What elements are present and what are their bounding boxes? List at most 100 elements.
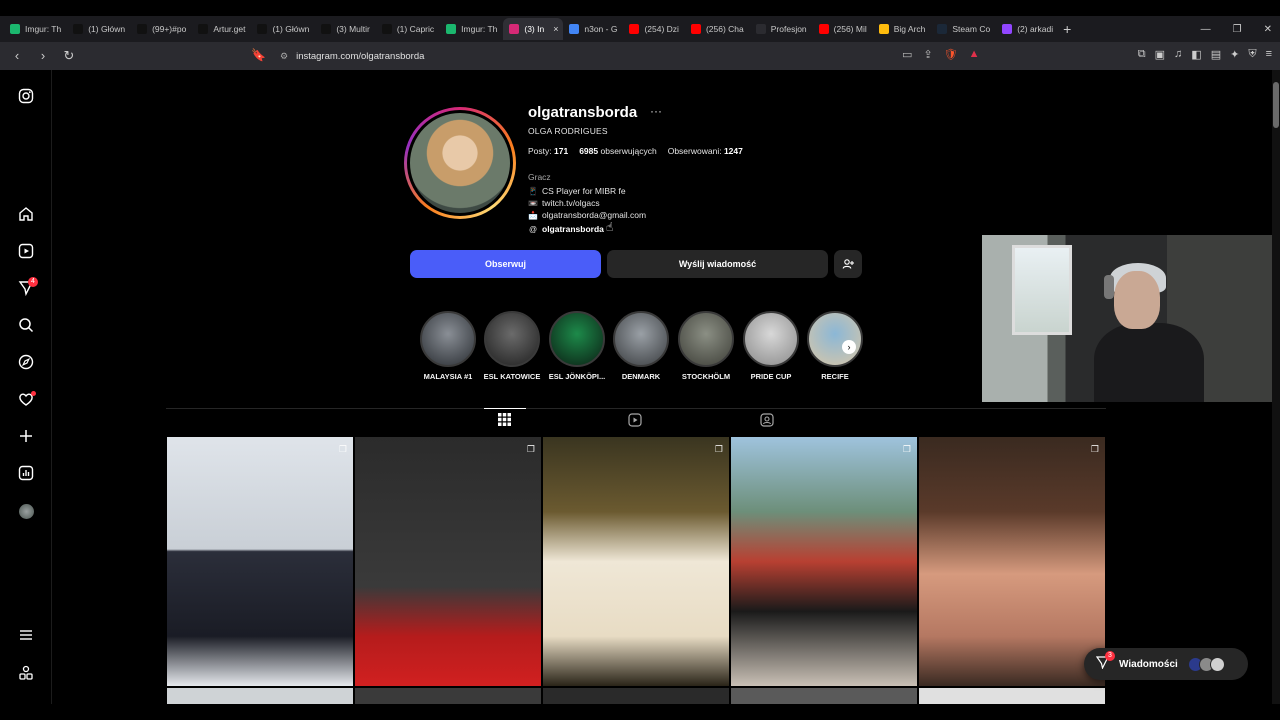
highlight-label: DENMARK xyxy=(621,372,661,381)
back-icon[interactable]: ‹ xyxy=(10,48,24,64)
browser-tab[interactable]: (99+)#po xyxy=(131,18,192,40)
leo-ai-icon[interactable]: ✦ xyxy=(1230,48,1239,61)
highlight-item[interactable]: RECIFE xyxy=(803,311,867,381)
create-icon[interactable] xyxy=(16,426,36,446)
browser-tab[interactable]: (3) In × xyxy=(503,18,564,40)
post-thumbnail[interactable] xyxy=(543,688,729,704)
profile-avatar-icon[interactable] xyxy=(16,501,36,521)
tab-label: (1) Główn xyxy=(88,24,126,34)
bio-text: olgatransborda@gmail.com xyxy=(542,210,647,220)
highlight-item[interactable]: PRIDE CUP xyxy=(739,311,803,381)
post-thumbnail[interactable] xyxy=(167,688,353,704)
x-icon xyxy=(321,24,332,34)
highlight-item[interactable]: ESL KATOWICE xyxy=(480,311,544,381)
browser-tab[interactable]: Artur.get xyxy=(192,18,251,40)
browser-tab[interactable]: Imgur: Th xyxy=(440,18,503,40)
more-options-icon[interactable]: ··· xyxy=(650,104,662,118)
wallet-icon[interactable]: ▤ xyxy=(1211,48,1221,61)
browser-tab[interactable]: Steam Co xyxy=(931,18,996,40)
browser-tab[interactable]: (256) Cha xyxy=(685,18,750,40)
more-menu-icon[interactable] xyxy=(16,625,36,645)
reload-icon[interactable]: ↻ xyxy=(62,48,76,64)
highlight-label: STOCKHÖLM xyxy=(681,372,731,381)
browser-tab[interactable]: Big Arch xyxy=(873,18,932,40)
browser-tab[interactable]: (2) arkadi xyxy=(996,18,1059,40)
instagram-logo-icon[interactable] xyxy=(16,86,36,106)
post-thumbnail[interactable]: ❐ xyxy=(167,437,353,686)
chevron-right-icon[interactable]: › xyxy=(842,340,856,354)
followers-stat[interactable]: 6985 obserwujących xyxy=(579,146,657,156)
dashboard-icon[interactable] xyxy=(16,463,36,483)
tab-tagged[interactable] xyxy=(760,413,774,430)
messages-pill[interactable]: 3 Wiadomości xyxy=(1084,648,1248,680)
vpn-icon[interactable]: ⛨ xyxy=(1248,48,1256,61)
post-thumbnail[interactable]: ❐ xyxy=(543,437,729,686)
also-from-meta-icon[interactable] xyxy=(16,663,36,683)
cast-icon[interactable]: ▭ xyxy=(902,48,912,61)
following-stat[interactable]: Obserwowani: 1247 xyxy=(668,146,743,156)
scrollbar-thumb[interactable] xyxy=(1273,82,1279,128)
window-controls: — ❐ ✕ xyxy=(1201,16,1272,42)
sidebar-toggle-icon[interactable]: ◧ xyxy=(1191,48,1201,61)
reels-icon[interactable] xyxy=(16,241,36,261)
new-tab-button[interactable]: + xyxy=(1063,21,1071,37)
browser-tab[interactable]: (256) Mil xyxy=(813,18,873,40)
extensions-icon[interactable]: ⧉ xyxy=(1138,48,1146,61)
send-message-button[interactable]: Wyślij wiadomość xyxy=(607,250,828,278)
browser-tab[interactable]: (254) Dzi xyxy=(623,18,684,40)
tab-reels[interactable] xyxy=(628,413,642,430)
brave-rewards-icon[interactable]: ▲ xyxy=(969,48,980,61)
threads-link[interactable]: @ olgatransborda xyxy=(528,224,604,234)
profile-full-name: OLGA RODRIGUES xyxy=(528,126,608,136)
highlight-item[interactable]: MALAYSIA #1 xyxy=(416,311,480,381)
suggested-users-button[interactable] xyxy=(834,250,862,278)
post-thumbnail[interactable]: ❐ xyxy=(731,437,917,686)
post-thumbnail[interactable] xyxy=(919,688,1105,704)
close-window-icon[interactable]: ✕ xyxy=(1264,24,1272,35)
post-thumbnail[interactable]: ❐ xyxy=(355,437,541,686)
profile-avatar-ring[interactable] xyxy=(404,107,516,219)
highlight-item[interactable]: DENMARK xyxy=(609,311,673,381)
music-icon[interactable]: ♫ xyxy=(1174,48,1182,61)
bio-line: 📱 CS Player for MIBR fe xyxy=(528,186,626,196)
close-tab-icon[interactable]: × xyxy=(553,24,558,34)
search-icon[interactable] xyxy=(16,315,36,335)
browser-tab[interactable]: (1) Capric xyxy=(376,18,440,40)
post-thumbnail[interactable]: ❐ xyxy=(919,437,1105,686)
browser-tab[interactable]: Imgur: Th xyxy=(4,18,67,40)
forward-icon[interactable]: › xyxy=(36,48,50,64)
explore-icon[interactable] xyxy=(16,352,36,372)
browser-tab[interactable]: Profesjon xyxy=(750,18,813,40)
highlight-cover xyxy=(743,311,799,367)
threads-handle: olgatransborda xyxy=(542,224,604,234)
minimize-icon[interactable]: — xyxy=(1201,24,1211,35)
tab-label: (2) arkadi xyxy=(1017,24,1054,34)
tab-label: Imgur: Th xyxy=(25,24,62,34)
brave-shield-icon[interactable]: 🛡 xyxy=(944,48,958,61)
highlight-label: MALAYSIA #1 xyxy=(423,372,473,381)
post-thumbnail[interactable] xyxy=(355,688,541,704)
profile-avatar xyxy=(407,110,513,216)
browser-tab[interactable]: (1) Główn xyxy=(67,18,131,40)
page-scrollbar[interactable] xyxy=(1272,70,1280,704)
videocassette-emoji-icon: 📼 xyxy=(528,198,538,208)
post-thumbnail[interactable] xyxy=(731,688,917,704)
carousel-icon: ❐ xyxy=(902,444,911,454)
screenshot-icon[interactable]: ▣ xyxy=(1155,48,1165,61)
browser-tab[interactable]: n3on - G xyxy=(563,18,623,40)
browser-tab[interactable]: (3) Multir xyxy=(315,18,376,40)
x-icon xyxy=(257,24,268,34)
mcdonalds-icon xyxy=(878,24,889,34)
follow-button[interactable]: Obserwuj xyxy=(410,250,601,278)
site-info-icon[interactable]: ⚙ xyxy=(280,51,288,62)
home-icon[interactable] xyxy=(16,204,36,224)
maximize-icon[interactable]: ❐ xyxy=(1233,24,1242,35)
browser-tab[interactable]: (1) Główn xyxy=(251,18,315,40)
share-icon[interactable]: ⇪ xyxy=(923,48,932,61)
highlight-item[interactable]: ESL JÖNKÖPI... xyxy=(545,311,609,381)
tab-posts[interactable] xyxy=(498,413,511,429)
menu-icon[interactable]: ≡ xyxy=(1266,48,1272,61)
bookmark-icon[interactable]: 🔖 xyxy=(251,48,266,62)
url-field[interactable]: ⚙ instagram.com/olgatransborda xyxy=(272,46,992,66)
highlight-item[interactable]: STOCKHÖLM xyxy=(674,311,738,381)
